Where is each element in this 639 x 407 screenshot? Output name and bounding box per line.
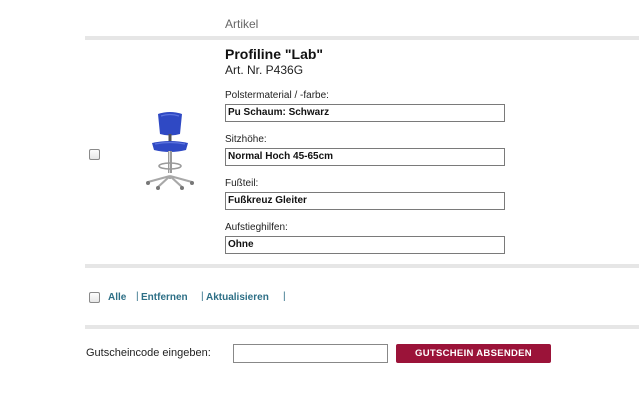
option-label-sitzhoehe: Sitzhöhe: xyxy=(225,134,267,145)
option-select-aufstieghilfen[interactable]: Ohne xyxy=(225,236,505,254)
product-title: Profiline "Lab" xyxy=(225,46,324,62)
divider xyxy=(85,264,639,268)
product-image xyxy=(140,110,200,192)
voucher-label: Gutscheincode eingeben: xyxy=(86,347,211,359)
submit-voucher-button[interactable]: GUTSCHEIN ABSENDEN xyxy=(396,344,551,363)
separator: | xyxy=(201,291,204,302)
option-select-fussteil[interactable]: Fußkreuz Gleiter xyxy=(225,192,505,210)
option-select-polstermaterial[interactable]: Pu Schaum: Schwarz xyxy=(225,104,505,122)
article-number: Art. Nr. P436G xyxy=(225,63,304,77)
option-label-fussteil: Fußteil: xyxy=(225,178,259,189)
remove-link[interactable]: Entfernen xyxy=(141,292,188,303)
update-link[interactable]: Aktualisieren xyxy=(206,292,269,303)
select-all-checkbox[interactable] xyxy=(89,292,100,303)
separator: | xyxy=(136,291,139,302)
divider xyxy=(85,36,639,40)
column-header-artikel: Artikel xyxy=(225,17,259,31)
voucher-code-input[interactable] xyxy=(233,344,388,363)
select-all-link[interactable]: Alle xyxy=(108,292,126,303)
option-label-polstermaterial: Polstermaterial / -farbe: xyxy=(225,90,329,101)
item-select-checkbox[interactable] xyxy=(89,149,100,160)
office-chair-image xyxy=(146,112,194,190)
option-label-aufstieghilfen: Aufstieghilfen: xyxy=(225,222,288,233)
divider xyxy=(85,325,639,329)
separator: | xyxy=(283,291,286,302)
option-select-sitzhoehe[interactable]: Normal Hoch 45-65cm xyxy=(225,148,505,166)
